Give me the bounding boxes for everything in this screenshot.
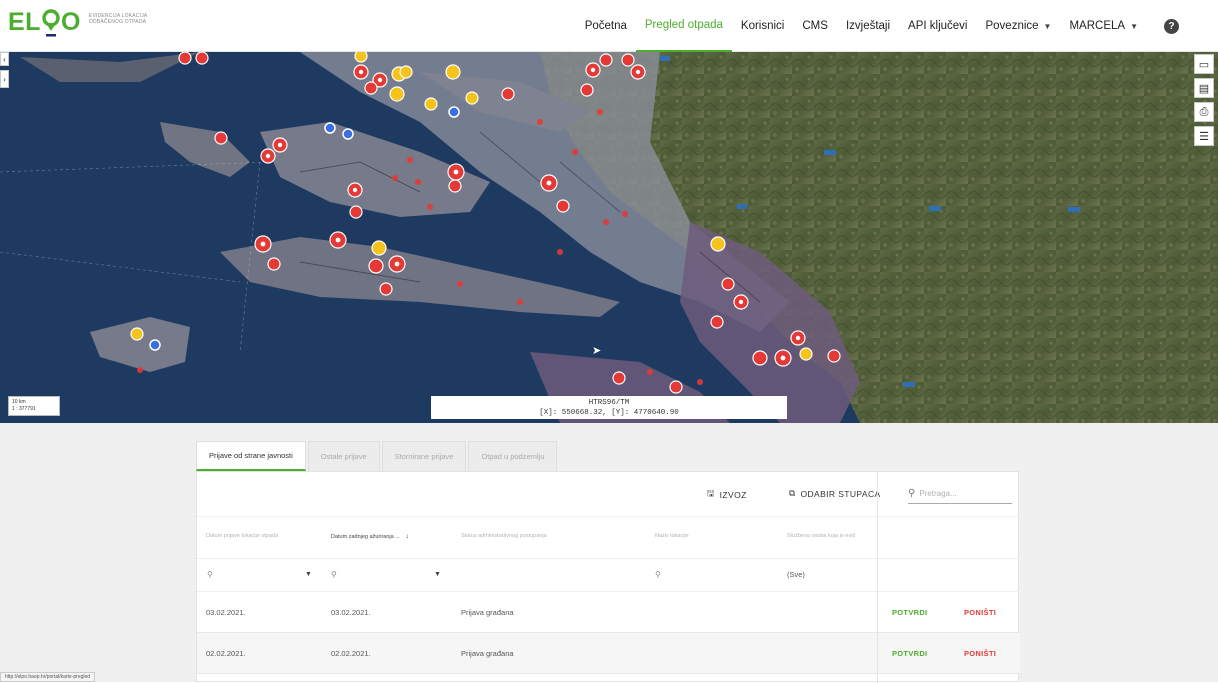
filter-date-reported-search-icon[interactable]: ⚲ (207, 570, 213, 579)
filter-date-updated-dropdown-icon[interactable]: ▼ (434, 571, 441, 578)
nav-item-pregled-otpada[interactable]: Pregled otpada (635, 0, 732, 52)
coordinate-readout: HTRS96/TM [X]: 550668.32, [Y]: 4770640.9… (431, 396, 787, 419)
help-button[interactable]: ? (1147, 0, 1188, 52)
nav-item-korisnici[interactable]: Korisnici (732, 0, 793, 52)
table-row[interactable]: 02.02.2021. 02.02.2021. Prijava građana … (197, 633, 1020, 674)
sort-descending-icon: ↓ (405, 533, 409, 540)
cell-status: Prijava građana (461, 649, 514, 658)
logo-text-left: EL (8, 8, 41, 36)
filter-row: ⚲ ▼ ⚲ ▼ ⚲ (Sve) (197, 559, 1020, 592)
chevron-down-icon: ▼ (1130, 21, 1138, 31)
cancel-button[interactable]: PONIŠTI (964, 649, 996, 658)
export-label: IZVOZ (719, 490, 747, 500)
help-icon: ? (1164, 18, 1179, 34)
list-icon[interactable]: ☰ (1194, 126, 1214, 146)
filter-location-search-icon[interactable]: ⚲ (655, 570, 661, 579)
column-chooser-button[interactable]: ⧉ ODABIR STUPACA (789, 488, 881, 499)
cancel-button[interactable]: PONIŠTI (964, 608, 996, 617)
report-tabs: Prijave od strane javnosti Ostale prijav… (196, 441, 559, 471)
cell-date-updated: 02.02.2021. (331, 649, 371, 658)
cell-date-reported: 03.02.2021. (206, 608, 246, 617)
column-header-date-updated[interactable]: Datum zadnjeg ažuriranja ... ↓ (331, 533, 409, 540)
nav-item-api-kljucevi[interactable]: API ključevi (899, 0, 976, 52)
cell-date-updated: 03.02.2021. (331, 608, 371, 617)
column-header-location[interactable]: Naziv lokacije (655, 533, 689, 539)
grid-toolbar: 🖫 IZVOZ ⧉ ODABIR STUPACA ⚲ (197, 472, 1020, 516)
logo-text-right: O (60, 8, 81, 36)
projection-label: HTRS96/TM (588, 399, 630, 407)
column-header-status[interactable]: Status administrativnog postupanja (461, 533, 547, 539)
table-row[interactable]: 03.02.2021. 03.02.2021. Prijava građana … (197, 592, 1020, 633)
actions-column-divider (877, 472, 878, 683)
location-pin-icon (42, 9, 60, 37)
reports-grid: 🖫 IZVOZ ⧉ ODABIR STUPACA ⚲ Datum prijave… (196, 471, 1020, 683)
map-toolbar: ▭ ▤ ⎙ ☰ (1194, 54, 1214, 146)
cell-date-reported: 02.02.2021. (206, 649, 246, 658)
mouse-cursor-icon: ➤ (592, 345, 602, 357)
nav-item-pocetna[interactable]: Početna (576, 0, 636, 52)
nav-item-izvjestaji[interactable]: Izvještaji (837, 0, 899, 52)
scale-ratio: 1 : 377791 (12, 406, 36, 412)
filter-date-reported-dropdown-icon[interactable]: ▼ (305, 571, 312, 578)
scale-distance: 10 km (12, 399, 26, 405)
map-view[interactable]: ‹ › ▭ ▤ ⎙ ☰ 10 km 1 : 377791 HTRS96/TM [… (0, 52, 1218, 423)
export-icon: 🖫 (707, 488, 715, 498)
layers-icon[interactable]: ▭ (1194, 54, 1214, 74)
cell-status: Prijava građana (461, 608, 514, 617)
nav-item-user-menu[interactable]: MARCELA ▼ (1060, 0, 1147, 52)
logo-subtitle: EVIDENCIJA LOKACIJA ODBAČENOG OTPADA (88, 13, 148, 25)
expand-panel-icon[interactable]: › (0, 70, 9, 88)
chevron-down-icon: ▼ (1043, 21, 1052, 31)
elpo-logo[interactable]: EL O EVIDENCIJA LOKACIJA ODBAČENOG OTPAD… (8, 9, 159, 39)
tab-underground-waste[interactable]: Otpad u podzemlju (468, 441, 558, 471)
browser-status-url: http://elpo.haop.hr/portal/karte-pregled (0, 672, 96, 682)
filter-official-select[interactable]: (Sve) (787, 570, 805, 579)
coordinates-value: [X]: 550668.32, [Y]: 4770640.90 (539, 409, 679, 417)
columns-icon: ⧉ (789, 488, 796, 498)
tab-cancelled-reports[interactable]: Stornirane prijave (381, 441, 467, 471)
search-input[interactable] (919, 489, 1006, 498)
column-headers: Datum prijave lokacije otpada Datum zadn… (197, 516, 1020, 559)
export-button[interactable]: 🖫 IZVOZ (707, 488, 747, 502)
column-header-official[interactable]: Službena osoba koja je evid (787, 533, 856, 539)
filter-date-updated-search-icon[interactable]: ⚲ (331, 570, 337, 579)
confirm-button[interactable]: POTVRDI (892, 608, 927, 617)
search-icon: ⚲ (908, 488, 916, 499)
grid-search: ⚲ (908, 484, 1012, 504)
main-nav: Početna Pregled otpada Korisnici CMS Izv… (576, 0, 1188, 52)
satellite-map (0, 52, 1218, 423)
column-header-date-reported[interactable]: Datum prijave lokacije otpada (206, 533, 278, 539)
top-navbar: EL O EVIDENCIJA LOKACIJA ODBAČENOG OTPAD… (0, 0, 1218, 52)
column-chooser-label: ODABIR STUPACA (800, 488, 881, 499)
confirm-button[interactable]: POTVRDI (892, 649, 927, 658)
map-scale: 10 km 1 : 377791 (8, 396, 60, 416)
reports-panel: Prijave od strane javnosti Ostale prijav… (0, 423, 1218, 683)
collapse-panel-icon[interactable]: ‹ (0, 52, 9, 66)
tab-other-reports[interactable]: Ostale prijave (307, 441, 380, 471)
print-icon[interactable]: ⎙ (1194, 102, 1214, 122)
legend-icon[interactable]: ▤ (1194, 78, 1214, 98)
nav-item-poveznice[interactable]: Poveznice ▼ (976, 0, 1060, 52)
nav-item-cms[interactable]: CMS (793, 0, 837, 52)
tab-public-reports[interactable]: Prijave od strane javnosti (196, 441, 306, 471)
